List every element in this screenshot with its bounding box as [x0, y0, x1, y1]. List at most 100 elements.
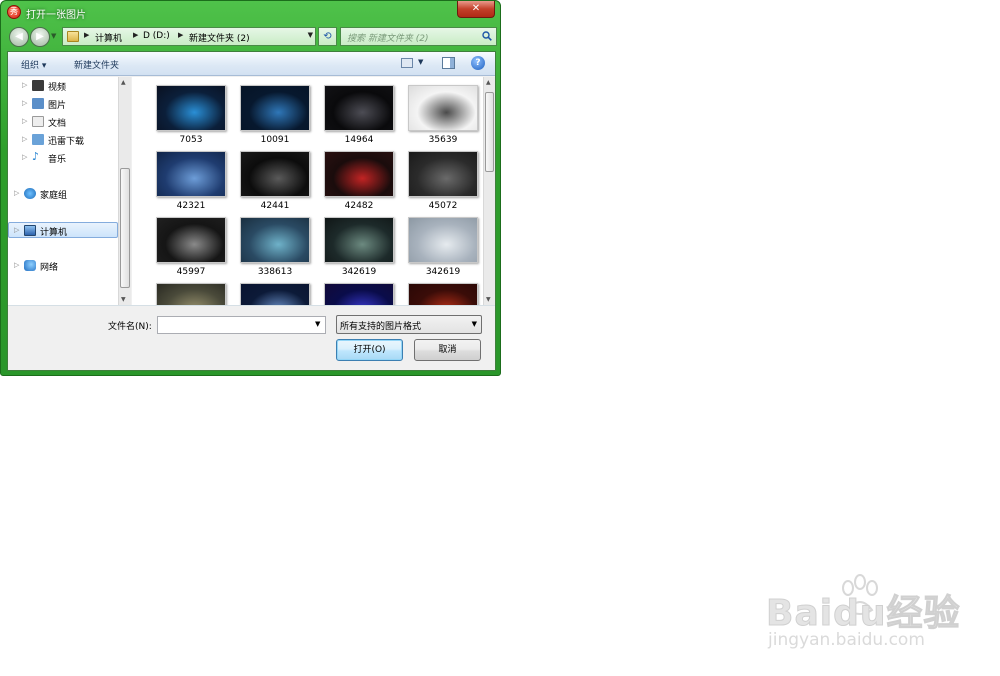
file-name[interactable]: 42321 — [149, 201, 233, 211]
navigation-pane: ▷ 视频 ▷ 图片 ▷ 文档 ▷ 迅雷下载 ▷ ♪ 音乐 ▷ 家庭组 ▷ 计算机… — [8, 77, 131, 305]
tree-item-pictures[interactable]: ▷ 图片 — [8, 96, 118, 112]
tree-item-thunder-downloads[interactable]: ▷ 迅雷下载 — [8, 132, 118, 148]
file-name[interactable]: 42441 — [233, 201, 317, 211]
search-input[interactable]: 搜索 新建文件夹 (2) — [347, 31, 428, 44]
change-view-icon[interactable] — [401, 58, 413, 68]
image-thumbnail[interactable] — [324, 217, 394, 263]
expand-arrow-icon[interactable]: ▷ — [22, 135, 27, 143]
command-bar: 组织 ▾ 新建文件夹 ▼ ? — [8, 52, 495, 76]
image-thumbnail[interactable] — [156, 217, 226, 263]
chevron-down-icon[interactable]: ▼ — [308, 31, 313, 39]
image-thumbnail[interactable] — [156, 283, 226, 305]
back-button[interactable]: ◀ — [9, 27, 29, 47]
file-list-pane: 7053 10091 14964 35639 42321 42441 42482 45072 4… — [132, 77, 495, 305]
download-library-icon — [32, 134, 44, 145]
app-icon: 秀 — [7, 5, 21, 19]
scrollbar-thumb[interactable] — [485, 92, 494, 172]
watermark-brand: Baidu经验 — [765, 593, 961, 635]
image-thumbnail[interactable] — [408, 85, 478, 131]
file-name[interactable]: 45072 — [401, 201, 485, 211]
file-type-value: 所有支持的图片格式 — [340, 322, 422, 332]
file-name-label: 文件名(N): — [108, 322, 152, 332]
expand-arrow-icon[interactable]: ▷ — [22, 117, 27, 125]
image-thumbnail[interactable] — [156, 151, 226, 197]
file-name[interactable]: 42482 — [317, 201, 401, 211]
scroll-down-icon[interactable]: ▼ — [486, 296, 491, 303]
preview-pane-icon[interactable] — [442, 57, 455, 69]
music-note-icon: ♪ — [32, 150, 40, 163]
expand-arrow-icon[interactable]: ▷ — [22, 99, 27, 107]
address-bar[interactable]: ▶ 计算机 ▶ D (D:) ▶ 新建文件夹 (2) ▼ — [62, 27, 316, 46]
search-icon[interactable] — [482, 31, 492, 41]
baidu-watermark: Baidu经验 jingyan.baidu.com — [765, 572, 996, 662]
tree-item-documents[interactable]: ▷ 文档 — [8, 114, 118, 130]
navigation-bar: ◀ ▶ ▼ ▶ 计算机 ▶ D (D:) ▶ 新建文件夹 (2) ▼ ⟲ 搜索 … — [7, 26, 497, 48]
file-list-scrollbar[interactable]: ▲ ▼ — [483, 77, 495, 305]
help-icon[interactable]: ? — [471, 56, 485, 70]
file-name[interactable]: 342619 — [401, 267, 485, 277]
expand-arrow-icon[interactable]: ▷ — [14, 189, 19, 197]
file-name[interactable]: 14964 — [317, 135, 401, 145]
file-name[interactable]: 342619 — [317, 267, 401, 277]
organize-button[interactable]: 组织 ▾ — [21, 58, 46, 71]
file-name[interactable]: 35639 — [401, 135, 485, 145]
image-thumbnail[interactable] — [408, 283, 478, 305]
tree-item-network[interactable]: ▷ 网络 — [8, 258, 118, 274]
chevron-right-icon[interactable]: ▶ — [133, 31, 138, 39]
forward-button[interactable]: ▶ — [30, 27, 50, 47]
image-thumbnail[interactable] — [324, 151, 394, 197]
scrollbar-thumb[interactable] — [120, 168, 130, 288]
title-bar[interactable]: 秀 打开一张图片 ✕ — [1, 1, 500, 25]
file-selection-area: 文件名(N): ▼ 所有支持的图片格式 ▼ 打开(O) 取消 — [8, 305, 495, 370]
close-button[interactable]: ✕ — [457, 1, 495, 18]
file-name-input[interactable] — [157, 316, 326, 334]
history-dropdown-icon[interactable]: ▼ — [51, 32, 59, 40]
image-thumbnail[interactable] — [240, 151, 310, 197]
tree-label: 音乐 — [48, 155, 67, 165]
image-thumbnail[interactable] — [408, 151, 478, 197]
file-name[interactable]: 45997 — [149, 267, 233, 277]
tree-item-computer[interactable]: ▷ 计算机 — [8, 222, 118, 238]
expand-arrow-icon[interactable]: ▷ — [22, 81, 27, 89]
search-box[interactable]: 搜索 新建文件夹 (2) — [340, 27, 497, 46]
expand-arrow-icon[interactable]: ▷ — [22, 153, 27, 161]
folder-icon — [67, 31, 79, 42]
file-name[interactable]: 10091 — [233, 135, 317, 145]
tree-item-videos[interactable]: ▷ 视频 — [8, 78, 118, 94]
image-thumbnail[interactable] — [324, 85, 394, 131]
computer-icon — [24, 225, 36, 236]
tree-label: 迅雷下载 — [48, 137, 85, 147]
scroll-down-icon[interactable]: ▼ — [121, 296, 126, 303]
image-thumbnail[interactable] — [240, 85, 310, 131]
breadcrumb-folder[interactable]: 新建文件夹 (2) — [189, 31, 250, 44]
open-button[interactable]: 打开(O) — [336, 339, 403, 361]
expand-arrow-icon[interactable]: ▷ — [14, 226, 19, 234]
scroll-up-icon[interactable]: ▲ — [121, 79, 126, 86]
chevron-right-icon[interactable]: ▶ — [178, 31, 183, 39]
breadcrumb-drive-d[interactable]: D (D:) — [143, 31, 170, 41]
file-name[interactable]: 338613 — [233, 267, 317, 277]
chevron-down-icon[interactable]: ▼ — [472, 320, 477, 328]
image-thumbnail[interactable] — [240, 217, 310, 263]
chevron-down-icon[interactable]: ▼ — [418, 58, 423, 66]
image-thumbnail[interactable] — [408, 217, 478, 263]
image-thumbnail[interactable] — [156, 85, 226, 131]
file-name[interactable]: 7053 — [149, 135, 233, 145]
navigation-pane-scrollbar[interactable]: ▲ ▼ — [118, 77, 131, 305]
file-type-select[interactable]: 所有支持的图片格式 ▼ — [336, 315, 482, 334]
tree-item-homegroup[interactable]: ▷ 家庭组 — [8, 186, 118, 202]
cancel-button[interactable]: 取消 — [414, 339, 481, 361]
scroll-up-icon[interactable]: ▲ — [486, 79, 491, 86]
refresh-button[interactable]: ⟲ — [318, 27, 337, 46]
expand-arrow-icon[interactable]: ▷ — [14, 261, 19, 269]
tree-label: 视频 — [48, 83, 67, 93]
breadcrumb-computer[interactable]: 计算机 — [95, 31, 122, 44]
image-thumbnail[interactable] — [324, 283, 394, 305]
new-folder-button[interactable]: 新建文件夹 — [74, 58, 119, 71]
chevron-right-icon[interactable]: ▶ — [84, 31, 89, 39]
video-library-icon — [32, 80, 44, 91]
image-thumbnail[interactable] — [240, 283, 310, 305]
tree-label: 家庭组 — [40, 191, 68, 201]
tree-item-music[interactable]: ▷ ♪ 音乐 — [8, 150, 118, 166]
watermark-url: jingyan.baidu.com — [768, 630, 925, 650]
